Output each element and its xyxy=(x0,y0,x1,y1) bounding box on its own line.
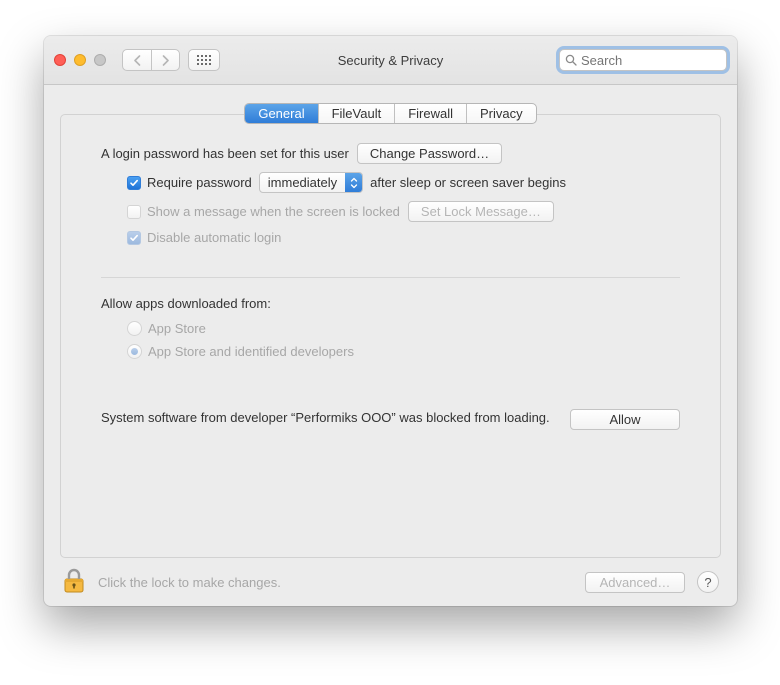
login-password-text: A login password has been set for this u… xyxy=(101,146,349,161)
radio-app-store-identified xyxy=(127,344,142,359)
minimize-icon[interactable] xyxy=(74,54,86,66)
show-lock-message-label: Show a message when the screen is locked xyxy=(147,204,400,219)
chevron-updown-icon xyxy=(345,173,362,192)
lock-hint-text: Click the lock to make changes. xyxy=(98,575,281,590)
radio-app-store-label: App Store xyxy=(148,321,206,336)
search-input[interactable] xyxy=(581,53,721,68)
search-icon xyxy=(565,54,577,66)
lock-icon[interactable] xyxy=(62,567,86,598)
search-field[interactable] xyxy=(559,49,727,71)
allow-apps-title: Allow apps downloaded from: xyxy=(101,296,680,311)
content: General FileVault Firewall Privacy A log… xyxy=(44,85,737,558)
zoom-icon xyxy=(94,54,106,66)
divider xyxy=(101,277,680,278)
window-controls xyxy=(54,54,106,66)
tab-privacy[interactable]: Privacy xyxy=(466,104,536,123)
tab-firewall[interactable]: Firewall xyxy=(394,104,466,123)
require-password-delay-value: immediately xyxy=(268,175,337,190)
advanced-button: Advanced… xyxy=(585,572,685,593)
allow-button[interactable]: Allow xyxy=(570,409,680,430)
require-password-delay-select[interactable]: immediately xyxy=(259,172,363,193)
close-icon[interactable] xyxy=(54,54,66,66)
show-lock-message-checkbox xyxy=(127,205,141,219)
help-button[interactable]: ? xyxy=(697,571,719,593)
tab-bar: General FileVault Firewall Privacy xyxy=(60,103,721,124)
tab-filevault[interactable]: FileVault xyxy=(318,104,395,123)
forward-button xyxy=(151,50,179,70)
require-password-label: Require password xyxy=(147,175,252,190)
tab-pane-general: A login password has been set for this u… xyxy=(60,114,721,558)
tab-general[interactable]: General xyxy=(245,104,317,123)
footer: Click the lock to make changes. Advanced… xyxy=(44,558,737,606)
change-password-button[interactable]: Change Password… xyxy=(357,143,502,164)
blocked-software-text: System software from developer “Performi… xyxy=(101,409,550,427)
disable-auto-login-checkbox xyxy=(127,231,141,245)
set-lock-message-button: Set Lock Message… xyxy=(408,201,554,222)
window-title: Security & Privacy xyxy=(338,53,443,68)
require-password-checkbox[interactable] xyxy=(127,176,141,190)
radio-app-store-identified-label: App Store and identified developers xyxy=(148,344,354,359)
require-password-suffix: after sleep or screen saver begins xyxy=(370,175,566,190)
preferences-window: Security & Privacy General FileVault Fir… xyxy=(44,36,737,606)
back-button[interactable] xyxy=(123,50,151,70)
disable-auto-login-label: Disable automatic login xyxy=(147,230,281,245)
toolbar: Security & Privacy xyxy=(44,36,737,85)
nav-back-forward xyxy=(122,49,180,71)
radio-app-store xyxy=(127,321,142,336)
show-all-button[interactable] xyxy=(188,49,220,71)
